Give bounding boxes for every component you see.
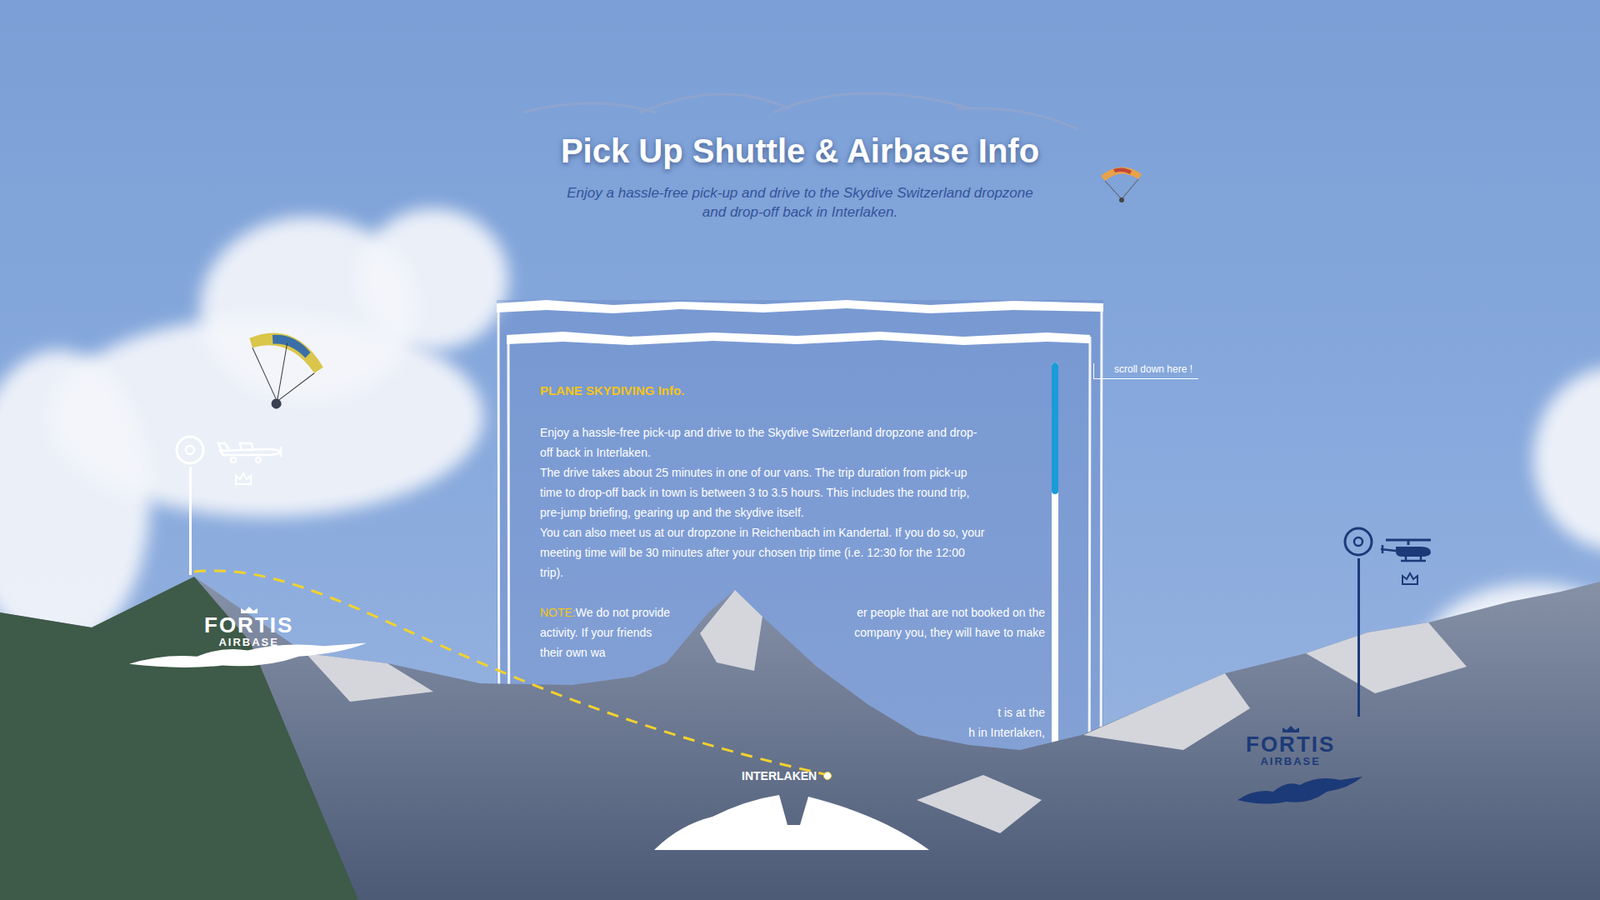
subtitle: Enjoy a hassle-free pick-up and drive to… — [566, 183, 1033, 222]
pin-icon — [173, 433, 207, 575]
cloud — [1416, 583, 1600, 750]
lake-shape-icon — [1237, 773, 1363, 807]
panel-body: PLANE SKYDIVING Info. Enjoy a hassle-free… — [496, 300, 1104, 834]
logo-name: FORTIS — [1245, 733, 1335, 755]
header: Pick Up Shuttle & Airbase Info Enjoy a ha… — [523, 87, 1078, 222]
note-right: er people that are not booked on the — [856, 602, 1045, 623]
text-line: You can also meet us at our dropzone in … — [540, 522, 1045, 543]
note-left: NOTE:We do not provide — [540, 602, 670, 623]
arcs-icon — [523, 87, 1078, 131]
airbase-logo: FORTISAIRBASE — [1245, 725, 1335, 768]
note-line: activity. If your friends company you, th… — [540, 622, 1045, 643]
note-line: h in Interlaken, — [968, 722, 1045, 743]
pin-stem — [1357, 558, 1360, 717]
page: Pick Up Shuttle & Airbase Info Enjoy a ha… — [0, 0, 1600, 900]
town-label: INTERLAKEN — [741, 766, 817, 785]
pin-icon — [1341, 525, 1375, 717]
subtitle-line: Enjoy a hassle-free pick-up and drive to… — [566, 183, 1033, 203]
paragraph: Enjoy a hassle-free pick-up and drive to… — [540, 422, 1045, 463]
cloud — [358, 208, 509, 350]
scroll-hint: scroll down here ! — [1093, 363, 1199, 380]
note-tail: t is at theh in Interlaken, — [540, 702, 1045, 743]
crest-icon — [233, 470, 254, 486]
panel-content[interactable]: PLANE SKYDIVING Info. Enjoy a hassle-free… — [540, 362, 1045, 834]
note-left: activity. If your friends — [540, 622, 652, 643]
logo-name: FORTIS — [204, 614, 294, 636]
crest-icon — [1400, 570, 1420, 586]
lake-shape-icon — [129, 640, 367, 670]
cloud — [1533, 366, 1600, 550]
panel-heading: PLANE SKYDIVING Info. — [540, 380, 1045, 401]
text-line: meeting time will be 30 minutes after yo… — [540, 542, 1045, 563]
pin-head-icon — [173, 433, 207, 467]
note-right: company you, they will have to make — [854, 622, 1045, 643]
info-panel: PLANE SKYDIVING Info. Enjoy a hassle-free… — [496, 300, 1104, 834]
note-line: NOTE:We do not provide er people that are… — [540, 602, 1045, 623]
text-line: The drive takes about 25 minutes in one … — [540, 462, 1045, 483]
note-left: their own wa — [540, 642, 606, 663]
paragraph: You can also meet us at our dropzone in … — [540, 522, 1045, 583]
paragraph: The drive takes about 25 minutes in one … — [540, 462, 1045, 523]
text-line: trip). — [540, 562, 1045, 583]
note: NOTE:We do not provide er people that are… — [540, 602, 1045, 743]
note-line: t is at the — [997, 702, 1045, 723]
airbase-marker[interactable]: FORTISAIRBASE — [1233, 525, 1450, 809]
note-label: NOTE: — [540, 605, 576, 620]
helicopter-icon — [1379, 536, 1438, 564]
page-title: Pick Up Shuttle & Airbase Info — [560, 130, 1040, 171]
text-line: Enjoy a hassle-free pick-up and drive to… — [540, 422, 1045, 443]
logo-sub: AIRBASE — [1260, 755, 1321, 768]
town-shape-icon — [654, 791, 930, 850]
text-line: time to drop-off back in town is between… — [540, 482, 1045, 503]
airbase-logo: FORTISAIRBASE — [204, 605, 294, 649]
brush-frame-icon — [496, 300, 1104, 834]
town-marker[interactable]: INTERLAKEN — [741, 766, 832, 785]
paragraphs: Enjoy a hassle-free pick-up and drive to… — [540, 422, 1045, 583]
crown-icon — [1280, 725, 1301, 734]
subtitle-line: and drop-off back in Interlaken. — [702, 202, 898, 222]
airbase-marker[interactable]: FORTISAIRBASE — [125, 429, 375, 671]
scrollbar[interactable] — [1051, 362, 1059, 834]
text-line: off back in Interlaken. — [540, 442, 1045, 463]
note-line: their own wa — [540, 642, 1045, 663]
pin-head-icon — [1341, 525, 1375, 559]
parachute-icon — [1098, 162, 1145, 205]
text-line: pre-jump briefing, gearing up and the sk… — [540, 502, 1045, 523]
scroll-thumb[interactable] — [1051, 362, 1059, 495]
crown-icon — [239, 605, 260, 615]
town-dot — [823, 771, 832, 780]
pin-stem — [189, 466, 192, 575]
plane-icon — [216, 439, 284, 466]
